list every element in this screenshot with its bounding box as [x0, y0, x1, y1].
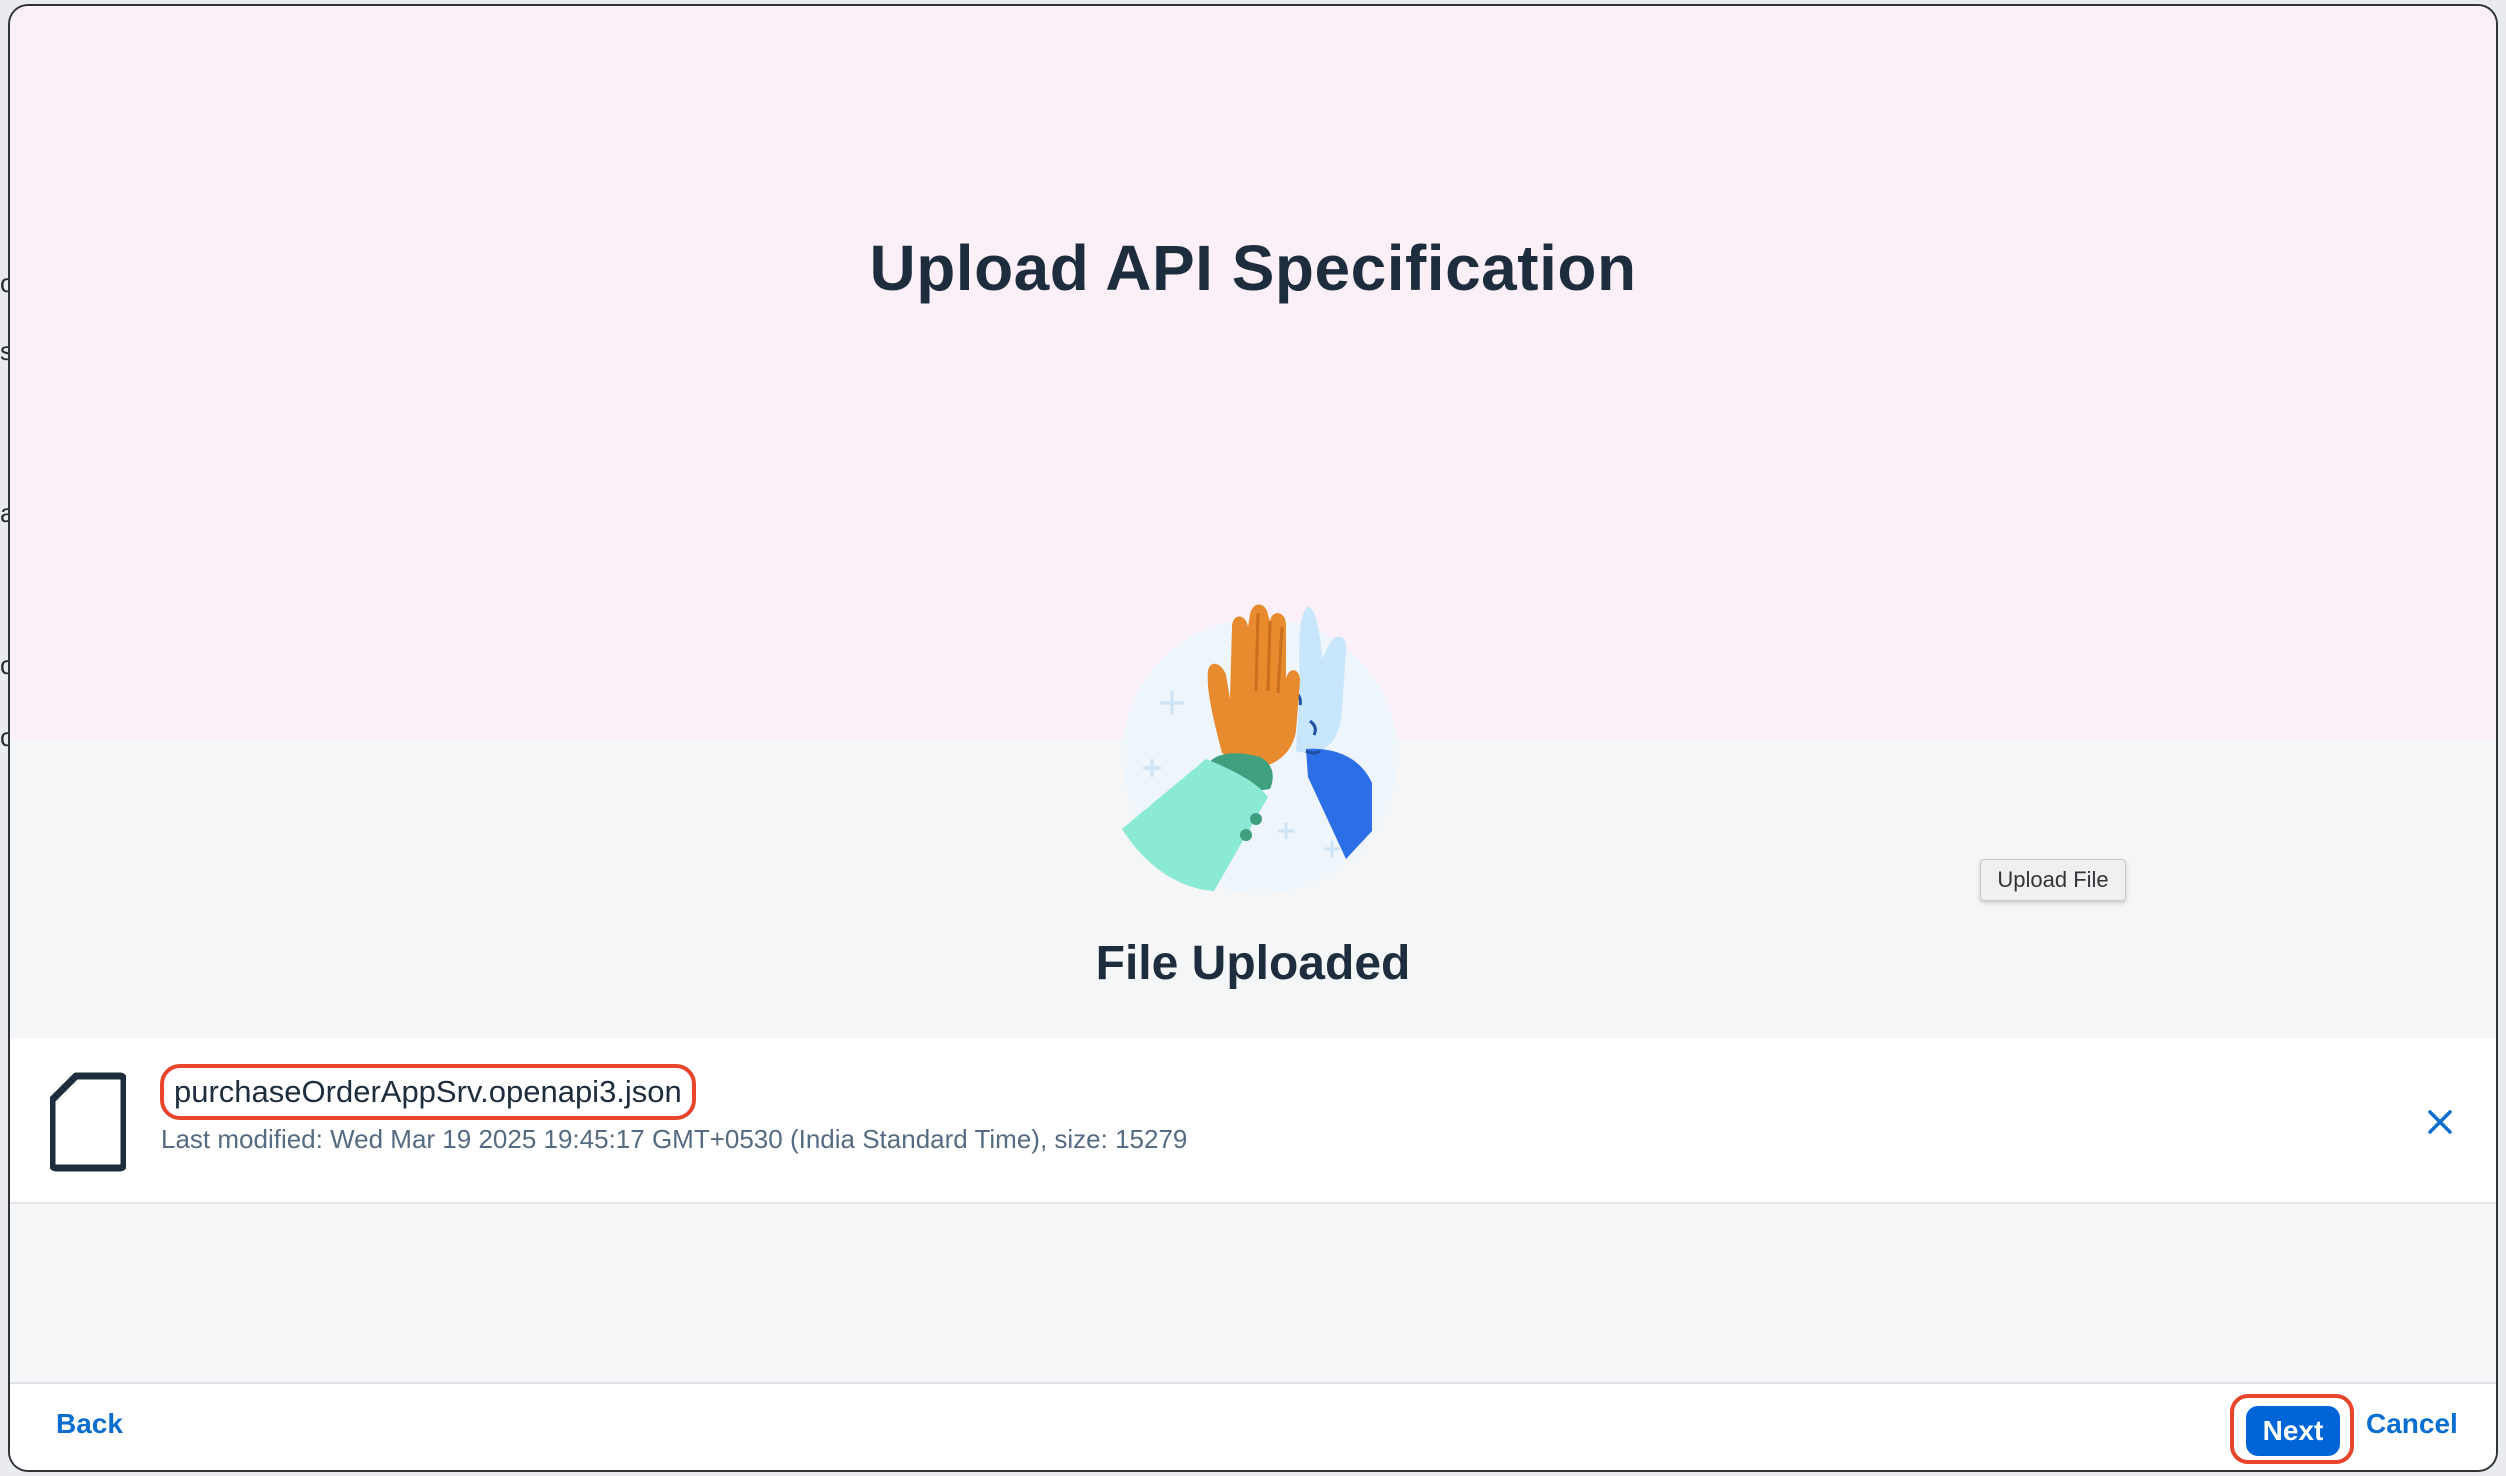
next-button[interactable]: Next	[2246, 1406, 2340, 1456]
uploaded-file-row: purchaseOrderAppSrv.openapi3.json Last m…	[10, 1038, 2496, 1204]
document-icon	[50, 1072, 126, 1172]
upload-dialog: Upload API Specification File Uploaded U…	[10, 6, 2496, 1470]
upload-status-title: File Uploaded	[1095, 937, 1411, 990]
back-button[interactable]: Back	[56, 1408, 123, 1440]
high-five-illustration	[1122, 604, 1398, 894]
close-icon[interactable]	[2420, 1102, 2460, 1142]
cancel-button[interactable]: Cancel	[2366, 1408, 2458, 1440]
dialog-title: Upload API Specification	[869, 232, 1637, 304]
file-name: purchaseOrderAppSrv.openapi3.json	[160, 1064, 696, 1120]
file-metadata: Last modified: Wed Mar 19 2025 19:45:17 …	[161, 1124, 1188, 1154]
upload-file-tooltip: Upload File	[1980, 859, 2126, 901]
dialog-footer: Back Next Cancel	[10, 1382, 2496, 1470]
